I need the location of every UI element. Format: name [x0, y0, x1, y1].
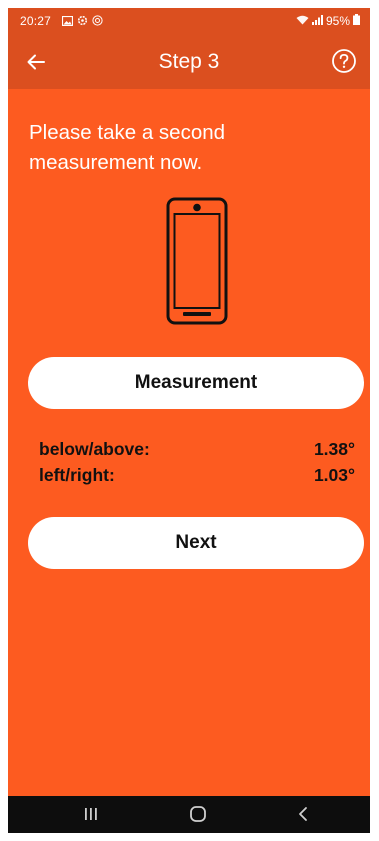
- notification-icon: [92, 15, 103, 29]
- phone-illustration: [165, 196, 229, 331]
- smartphone-icon: [166, 197, 228, 325]
- next-button[interactable]: Next: [28, 517, 364, 569]
- signal-icon: [311, 14, 323, 28]
- reading-row-left-right: left/right: 1.03°: [39, 462, 355, 488]
- readings: below/above: 1.38° left/right: 1.03°: [39, 436, 355, 488]
- recent-apps-icon: [85, 808, 97, 820]
- reading-row-below-above: below/above: 1.38°: [39, 436, 355, 462]
- reading-label: below/above:: [39, 438, 150, 459]
- reading-value: 1.03°: [313, 464, 355, 485]
- help-circle-icon: [332, 49, 356, 73]
- app-bar: Step 3: [8, 34, 370, 89]
- help-button[interactable]: [330, 47, 358, 75]
- wifi-icon: [296, 14, 309, 28]
- status-notification-icons: [61, 15, 103, 29]
- home-icon: [190, 806, 206, 822]
- settings-icon: [77, 15, 88, 29]
- reading-value: 1.38°: [313, 438, 355, 459]
- battery-percent: 95%: [325, 14, 350, 28]
- status-bar: 20:27 95%: [8, 8, 370, 34]
- reading-label: left/right:: [39, 464, 115, 485]
- page-title: Step 3: [158, 50, 220, 73]
- instruction-text: Please take a second measurement now.: [29, 121, 226, 174]
- system-navigation-bar: [8, 796, 370, 833]
- image-icon: [61, 15, 74, 29]
- battery-icon: [353, 14, 360, 28]
- system-back-button[interactable]: [288, 802, 318, 826]
- home-button[interactable]: [183, 802, 213, 826]
- measurement-button[interactable]: Measurement: [28, 357, 364, 409]
- recent-apps-button[interactable]: [76, 802, 106, 826]
- status-right: 95%: [296, 14, 360, 28]
- status-time: 20:27: [20, 14, 52, 28]
- app-screen: 20:27 95% Step 3 Please take a second me…: [8, 8, 370, 833]
- chevron-left-icon: [299, 807, 307, 821]
